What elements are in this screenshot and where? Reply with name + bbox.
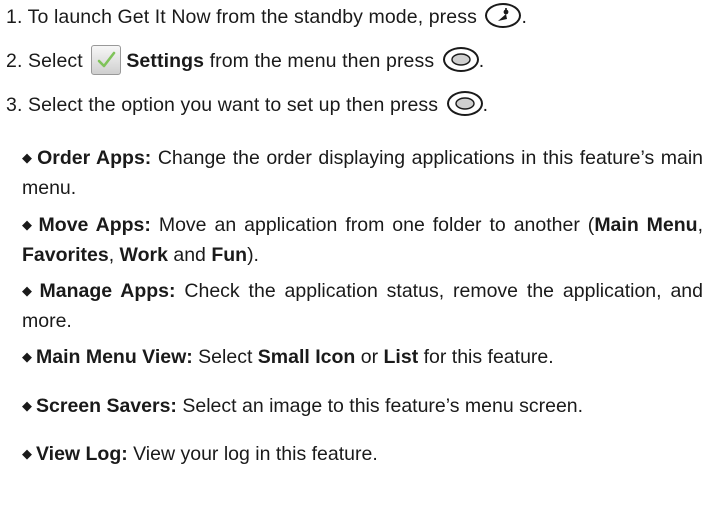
step-3-end: . [482,94,489,116]
settings-checkmark-icon [91,44,122,75]
step-3-number: 3. [6,94,23,116]
folder-fun: Fun [211,244,248,266]
option-term: Move Apps: [38,214,151,236]
option-manage-apps: ◆ Manage Apps: Check the application stat… [22,277,703,336]
option-description: Move an application from one folder to a… [158,214,595,236]
option-order-apps: ◆ Order Apps: Change the order displaying… [22,144,703,203]
step-2: 2. Select Settings from the menu then pr… [6,44,701,76]
option-screen-savers: ◆ Screen Savers: Select an image to this … [22,392,703,422]
step-2-pre: Select [28,50,83,72]
diamond-bullet-icon: ◆ [22,446,32,461]
option-small-icon: Small Icon [257,346,356,368]
folder-work: Work [119,244,168,266]
option-main-menu-view: ◆ Main Menu View: Select Small Icon or Li… [22,346,554,368]
option-view-log: ◆ View Log: View your log in this feature… [22,440,703,470]
option-term: View Log: [36,443,128,465]
diamond-bullet-icon: ◆ [22,398,32,413]
step-1-text: To launch Get It Now from the standby mo… [27,6,477,28]
option-term: Screen Savers: [36,395,177,417]
step-2-number: 2. [6,50,23,72]
settings-label: Settings [126,50,205,72]
step-2-post: from the menu then press [209,50,435,72]
get-it-now-key-icon [485,3,522,29]
step-2-end: . [478,50,485,72]
folder-main-menu: Main Menu [594,214,698,236]
step-1-number: 1. [6,6,23,28]
instruction-page: 1. To launch Get It Now from the standby… [0,0,707,510]
option-description: Select an image to this feature’s menu s… [182,395,584,417]
option-move-apps: ◆ Move Apps: Move an application from one… [22,214,704,266]
step-3: 3. Select the option you want to set up … [6,90,701,120]
ok-key-icon [442,47,479,73]
folder-favorites: Favorites [22,244,109,266]
diamond-bullet-icon: ◆ [22,217,35,232]
option-list: List [383,346,419,368]
option-description: View your log in this feature. [133,443,378,465]
step-3-text: Select the option you want to set up the… [28,94,439,116]
ok-key-icon [446,91,483,117]
option-term: Main Menu View: [36,346,193,368]
option-term: Order Apps: [37,147,152,169]
option-term: Manage Apps: [39,280,176,302]
diamond-bullet-icon: ◆ [22,283,36,298]
step-1-end: . [521,6,527,28]
diamond-bullet-icon: ◆ [22,150,34,165]
diamond-bullet-icon: ◆ [22,349,32,364]
step-1: 1. To launch Get It Now from the standby… [6,2,701,32]
